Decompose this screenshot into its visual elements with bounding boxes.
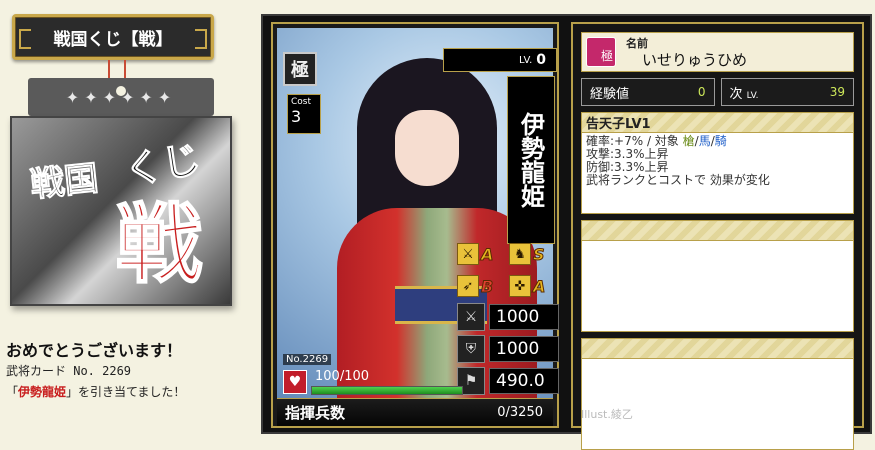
illustrator-credit: Illust.綾乙: [581, 408, 633, 421]
next-level-value: 39: [829, 85, 845, 99]
aptitude-grid: ⚔ A ♞ S ➶ B ✜ A: [457, 240, 557, 300]
skill-panel-2: [581, 220, 854, 332]
cost-box: Cost 3: [287, 94, 321, 134]
helmet-icon: ⛨: [457, 335, 485, 363]
command-value: 0/3250: [497, 405, 543, 420]
card-number: No.2269: [283, 354, 332, 365]
heart-icon: ♥: [283, 370, 307, 394]
level-value: 0: [536, 52, 546, 68]
spear-icon: ⚔: [457, 243, 479, 265]
skill-panel-1: 告天子LV1 確率:+7% / 対象 槍/馬/騎 攻撃:3.3%上昇 防御:3.…: [581, 112, 854, 214]
congrats-message: おめでとうございます！: [6, 341, 183, 360]
next-label: 次: [729, 86, 743, 102]
skill-panel-3: [581, 338, 854, 450]
result-card-name: 伊勢龍姫: [18, 385, 67, 399]
aptitude-rank: B: [480, 276, 494, 296]
speed-value: 490.0: [489, 368, 559, 394]
hp-bar-fill: [312, 387, 462, 394]
gacha-title-banner: 戦国くじ【戦】: [12, 14, 214, 60]
ticket-text-ikusa: 戦: [115, 195, 203, 295]
aptitude-rank: A: [532, 276, 546, 296]
exp-label: 経験値: [590, 86, 630, 102]
attack-value: 1000: [489, 304, 559, 330]
skill-title-empty: [582, 221, 853, 241]
card-number-value: 2269: [302, 354, 329, 365]
card-frame: 極 LV. 0 Cost 3 伊勢龍姫 ⚔ A ♞ S ➶ B ✜ A ⚔ 10…: [261, 14, 872, 450]
skill-description: 確率:+7% / 対象 槍/馬/騎 攻撃:3.3%上昇 防御:3.3%上昇 武将…: [582, 133, 853, 213]
skill-target-spear: 槍: [682, 134, 695, 148]
rank-icon: 極: [586, 37, 616, 67]
skill-body-empty: [582, 359, 853, 449]
hp-bar: [311, 386, 463, 395]
command-label: 指揮兵数: [285, 404, 346, 422]
aptitude-horse: ♞ S: [509, 240, 557, 268]
ticket-text-kuji: くじ: [121, 136, 205, 194]
skill-title: 告天子LV1: [582, 113, 853, 133]
card-number-label: No.: [286, 354, 303, 365]
hp-text: 100/100: [315, 369, 370, 384]
level-box: LV. 0: [443, 48, 557, 72]
cost-value: 3: [291, 107, 302, 126]
aptitude-spear: ⚔ A: [457, 240, 505, 268]
general-card: 極 LV. 0 Cost 3 伊勢龍姫 ⚔ A ♞ S ➶ B ✜ A ⚔ 10…: [271, 22, 559, 428]
rank-badge: 極: [283, 52, 317, 86]
exp-value: 0: [697, 85, 706, 99]
bow-icon: ➶: [457, 275, 479, 297]
ticket-text-senkoku: 戦国: [28, 158, 101, 206]
ticket-body: 戦国 くじ 戦: [10, 116, 232, 306]
skill-body-empty: [582, 241, 853, 331]
result-line: 「伊勢龍姫」を引き当てました！: [6, 383, 185, 400]
ticket-hole: [116, 86, 126, 96]
skill-line-4: 武将ランクとコストで 効果が変化: [586, 173, 770, 187]
skill-title-empty: [582, 339, 853, 359]
stat-defense: ⛨ 1000: [457, 334, 559, 364]
general-info-panel: 極 名前 いせりゅうひめ 経験値 0 次 LV. 39 告天子LV1 確率:+7…: [571, 22, 864, 450]
gun-icon: ✜: [509, 275, 531, 297]
card-number-line: 武将カード No. 2269: [6, 364, 132, 378]
defense-value: 1000: [489, 336, 559, 362]
sword-icon: ⚔: [457, 303, 485, 331]
next-level-box: 次 LV. 39: [720, 78, 854, 106]
stat-speed: ⚑ 490.0: [457, 366, 559, 396]
skill-target-cavalry: 騎: [714, 134, 727, 148]
hp-row: ♥ 100/100: [283, 368, 463, 396]
aptitude-gun: ✜ A: [509, 272, 557, 300]
horse-icon: ♞: [509, 243, 531, 265]
banner-title: 戦国くじ【戦】: [53, 29, 173, 50]
aptitude-rank: S: [533, 244, 545, 264]
general-name-vertical: 伊勢龍姫: [507, 76, 555, 244]
hp-gauge: 100/100: [311, 369, 463, 395]
exp-box: 経験値 0: [581, 78, 715, 106]
aptitude-rank: A: [480, 244, 494, 264]
next-level-label: 次 LV.: [730, 83, 759, 102]
command-bar: 指揮兵数 0/3250: [277, 398, 553, 426]
result-close-text: 」を引き当てました！: [66, 385, 186, 399]
aptitude-bow: ➶ B: [457, 272, 505, 300]
stat-attack: ⚔ 1000: [457, 302, 559, 332]
level-label: LV.: [519, 54, 533, 66]
result-open-quote: 「: [6, 385, 19, 399]
name-reading: いせりゅうひめ: [642, 51, 748, 69]
exp-row: 経験値 0 次 LV. 39: [581, 78, 854, 106]
skill-target-horse: 馬: [698, 134, 711, 148]
gacha-ticket-image: ✦✦✦✦✦✦ 戦国 くじ 戦: [10, 78, 232, 314]
next-lv-label: LV.: [746, 90, 759, 101]
ticket-top: ✦✦✦✦✦✦: [28, 78, 214, 116]
skill-rate-text: 確率:+7% / 対象: [586, 134, 683, 148]
portrait-face: [395, 110, 459, 186]
cost-label: Cost: [291, 97, 312, 107]
name-panel: 極 名前 いせりゅうひめ: [581, 32, 854, 72]
